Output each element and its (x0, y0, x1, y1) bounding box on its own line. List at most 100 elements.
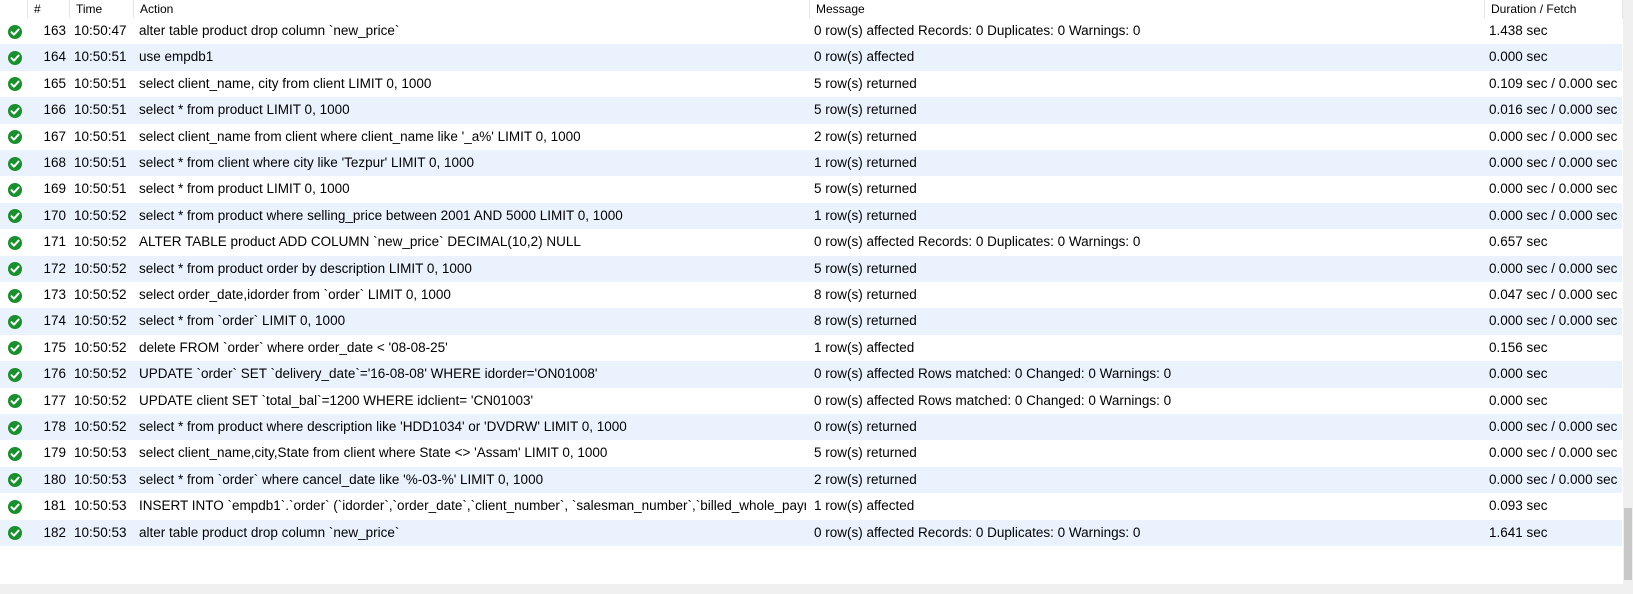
log-row[interactable]: 174 10:50:52 select * from `order` LIMIT 0… (0, 308, 1622, 335)
log-row[interactable]: 165 10:50:51 select client_name, city from… (0, 70, 1622, 98)
status-cell (4, 97, 22, 123)
log-row[interactable]: 163 10:50:47 alter table product drop colu… (0, 18, 1622, 45)
status-cell (4, 467, 22, 493)
row-message: 0 row(s) affected Records: 0 Duplicates:… (814, 524, 1141, 540)
row-number: 180 (43, 471, 66, 487)
row-duration: 0.000 sec (1489, 49, 1548, 65)
success-check-icon (8, 499, 22, 514)
status-cell (4, 150, 22, 176)
success-check-icon (8, 367, 22, 382)
success-check-icon (8, 209, 22, 224)
row-message: 0 row(s) affected Rows matched: 0 Change… (814, 366, 1172, 382)
status-cell (4, 229, 22, 255)
success-check-icon (8, 24, 22, 39)
row-time: 10:50:52 (74, 392, 127, 408)
row-number: 169 (43, 181, 66, 197)
row-duration: 0.000 sec (1489, 366, 1548, 382)
scrollbar-thumb[interactable] (1624, 508, 1632, 580)
success-check-icon (8, 394, 22, 409)
row-action: select * from client where city like 'Te… (139, 155, 475, 170)
log-row[interactable]: 181 10:50:53 INSERT INTO `empdb1`.`order` … (0, 493, 1622, 520)
row-action: select * from `order` where cancel_date … (139, 471, 544, 487)
success-check-icon (8, 77, 22, 92)
row-number: 166 (43, 102, 66, 118)
row-action: select * from product LIMIT 0, 1000 (139, 102, 350, 118)
status-column-header[interactable] (0, 0, 28, 18)
success-check-icon (8, 235, 22, 250)
log-row[interactable]: 166 10:50:51 select * from product LIMIT 0… (0, 97, 1622, 124)
duration-column-header[interactable]: Duration / Fetch (1485, 0, 1623, 18)
success-check-icon (8, 446, 22, 461)
row-duration: 0.657 sec (1489, 234, 1548, 250)
log-row[interactable]: 168 10:50:51 select * from client where ci… (0, 150, 1622, 177)
row-number: 179 (43, 445, 66, 461)
success-check-icon (8, 130, 22, 145)
status-cell (4, 493, 22, 519)
log-row[interactable]: 179 10:50:53 select client_name,city,State… (0, 440, 1622, 467)
log-row[interactable]: 169 10:50:51 select * from product LIMIT 0… (0, 176, 1622, 203)
row-action: INSERT INTO `empdb1`.`order` (`idorder`,… (139, 498, 806, 514)
row-action: select * from `order` LIMIT 0, 1000 (139, 313, 346, 329)
row-action: ALTER TABLE product ADD COLUMN `new_pric… (139, 234, 581, 250)
row-action: select client_name from client where cli… (139, 128, 581, 144)
row-number: 170 (43, 207, 66, 223)
row-time: 10:50:53 (74, 445, 127, 461)
row-time: 10:50:51 (74, 102, 127, 118)
row-action: UPDATE client SET `total_bal`=1200 WHERE… (139, 392, 534, 408)
status-cell (4, 282, 22, 308)
log-row[interactable]: 167 10:50:51 select client_name from clien… (0, 123, 1622, 150)
row-message: 0 row(s) affected Rows matched: 0 Change… (814, 392, 1172, 408)
row-action: alter table product drop column `new_pri… (139, 23, 400, 38)
row-duration: 0.000 sec / 0.000 sec (1489, 181, 1618, 197)
row-action: select client_name, city from client LIM… (139, 75, 432, 91)
row-time: 10:50:53 (74, 524, 127, 540)
log-row[interactable]: 164 10:50:51 use empdb1 0 row(s) affected 0.… (0, 44, 1622, 71)
log-row[interactable]: 173 10:50:52 select order_date,idorder fro… (0, 282, 1622, 309)
row-number: 163 (43, 23, 66, 38)
success-check-icon (8, 182, 22, 197)
success-check-icon (8, 156, 22, 171)
log-row[interactable]: 180 10:50:53 select * from `order` where c… (0, 466, 1622, 494)
row-number: 164 (43, 49, 66, 65)
action-column-header[interactable]: Action (134, 0, 810, 18)
row-duration: 0.156 sec (1489, 339, 1548, 355)
row-number: 176 (43, 366, 66, 382)
row-message: 8 row(s) returned (814, 287, 917, 302)
row-duration: 0.000 sec (1489, 392, 1548, 408)
row-time: 10:50:52 (74, 260, 127, 276)
num-column-header[interactable]: # (28, 0, 70, 18)
row-number: 182 (43, 524, 66, 540)
status-cell (4, 361, 22, 387)
row-time: 10:50:52 (74, 339, 127, 355)
time-column-header[interactable]: Time (70, 0, 134, 18)
success-check-icon (8, 103, 22, 118)
row-time: 10:50:51 (74, 128, 127, 144)
horizontal-scrollbar[interactable] (0, 584, 1623, 594)
row-time: 10:50:51 (74, 49, 127, 65)
log-row[interactable]: 170 10:50:52 select * from product where s… (0, 202, 1622, 230)
status-cell (4, 18, 22, 44)
row-time: 10:50:52 (74, 234, 127, 250)
log-row[interactable]: 177 10:50:52 UPDATE client SET `total_bal`… (0, 387, 1622, 414)
action-output-panel: # Time Action Message Duration / Fetch 1… (0, 0, 1633, 594)
message-column-header[interactable]: Message (810, 0, 1485, 18)
status-cell (4, 124, 22, 150)
row-number: 178 (43, 419, 66, 434)
log-row[interactable]: 175 10:50:52 delete FROM `order` where ord… (0, 334, 1622, 362)
row-number: 165 (43, 75, 66, 91)
row-message: 0 row(s) affected Records: 0 Duplicates:… (814, 23, 1141, 38)
column-header: # Time Action Message Duration / Fetch (0, 0, 1633, 19)
vertical-scrollbar[interactable] (1623, 0, 1633, 594)
log-row[interactable]: 176 10:50:52 UPDATE `order` SET `delivery_… (0, 361, 1622, 388)
row-duration: 0.000 sec / 0.000 sec (1489, 445, 1618, 461)
log-row[interactable]: 171 10:50:52 ALTER TABLE product ADD COLUM… (0, 229, 1622, 256)
row-time: 10:50:51 (74, 181, 127, 197)
log-row[interactable]: 172 10:50:52 select * from product order b… (0, 255, 1622, 282)
row-duration: 1.438 sec (1489, 23, 1548, 38)
status-cell (4, 176, 22, 202)
log-row[interactable]: 178 10:50:52 select * from product where d… (0, 414, 1622, 441)
log-row[interactable]: 182 10:50:53 alter table product drop colu… (0, 519, 1622, 546)
row-message: 1 row(s) affected (814, 498, 915, 514)
row-message: 0 row(s) affected Records: 0 Duplicates:… (814, 234, 1141, 250)
success-check-icon (8, 314, 22, 329)
